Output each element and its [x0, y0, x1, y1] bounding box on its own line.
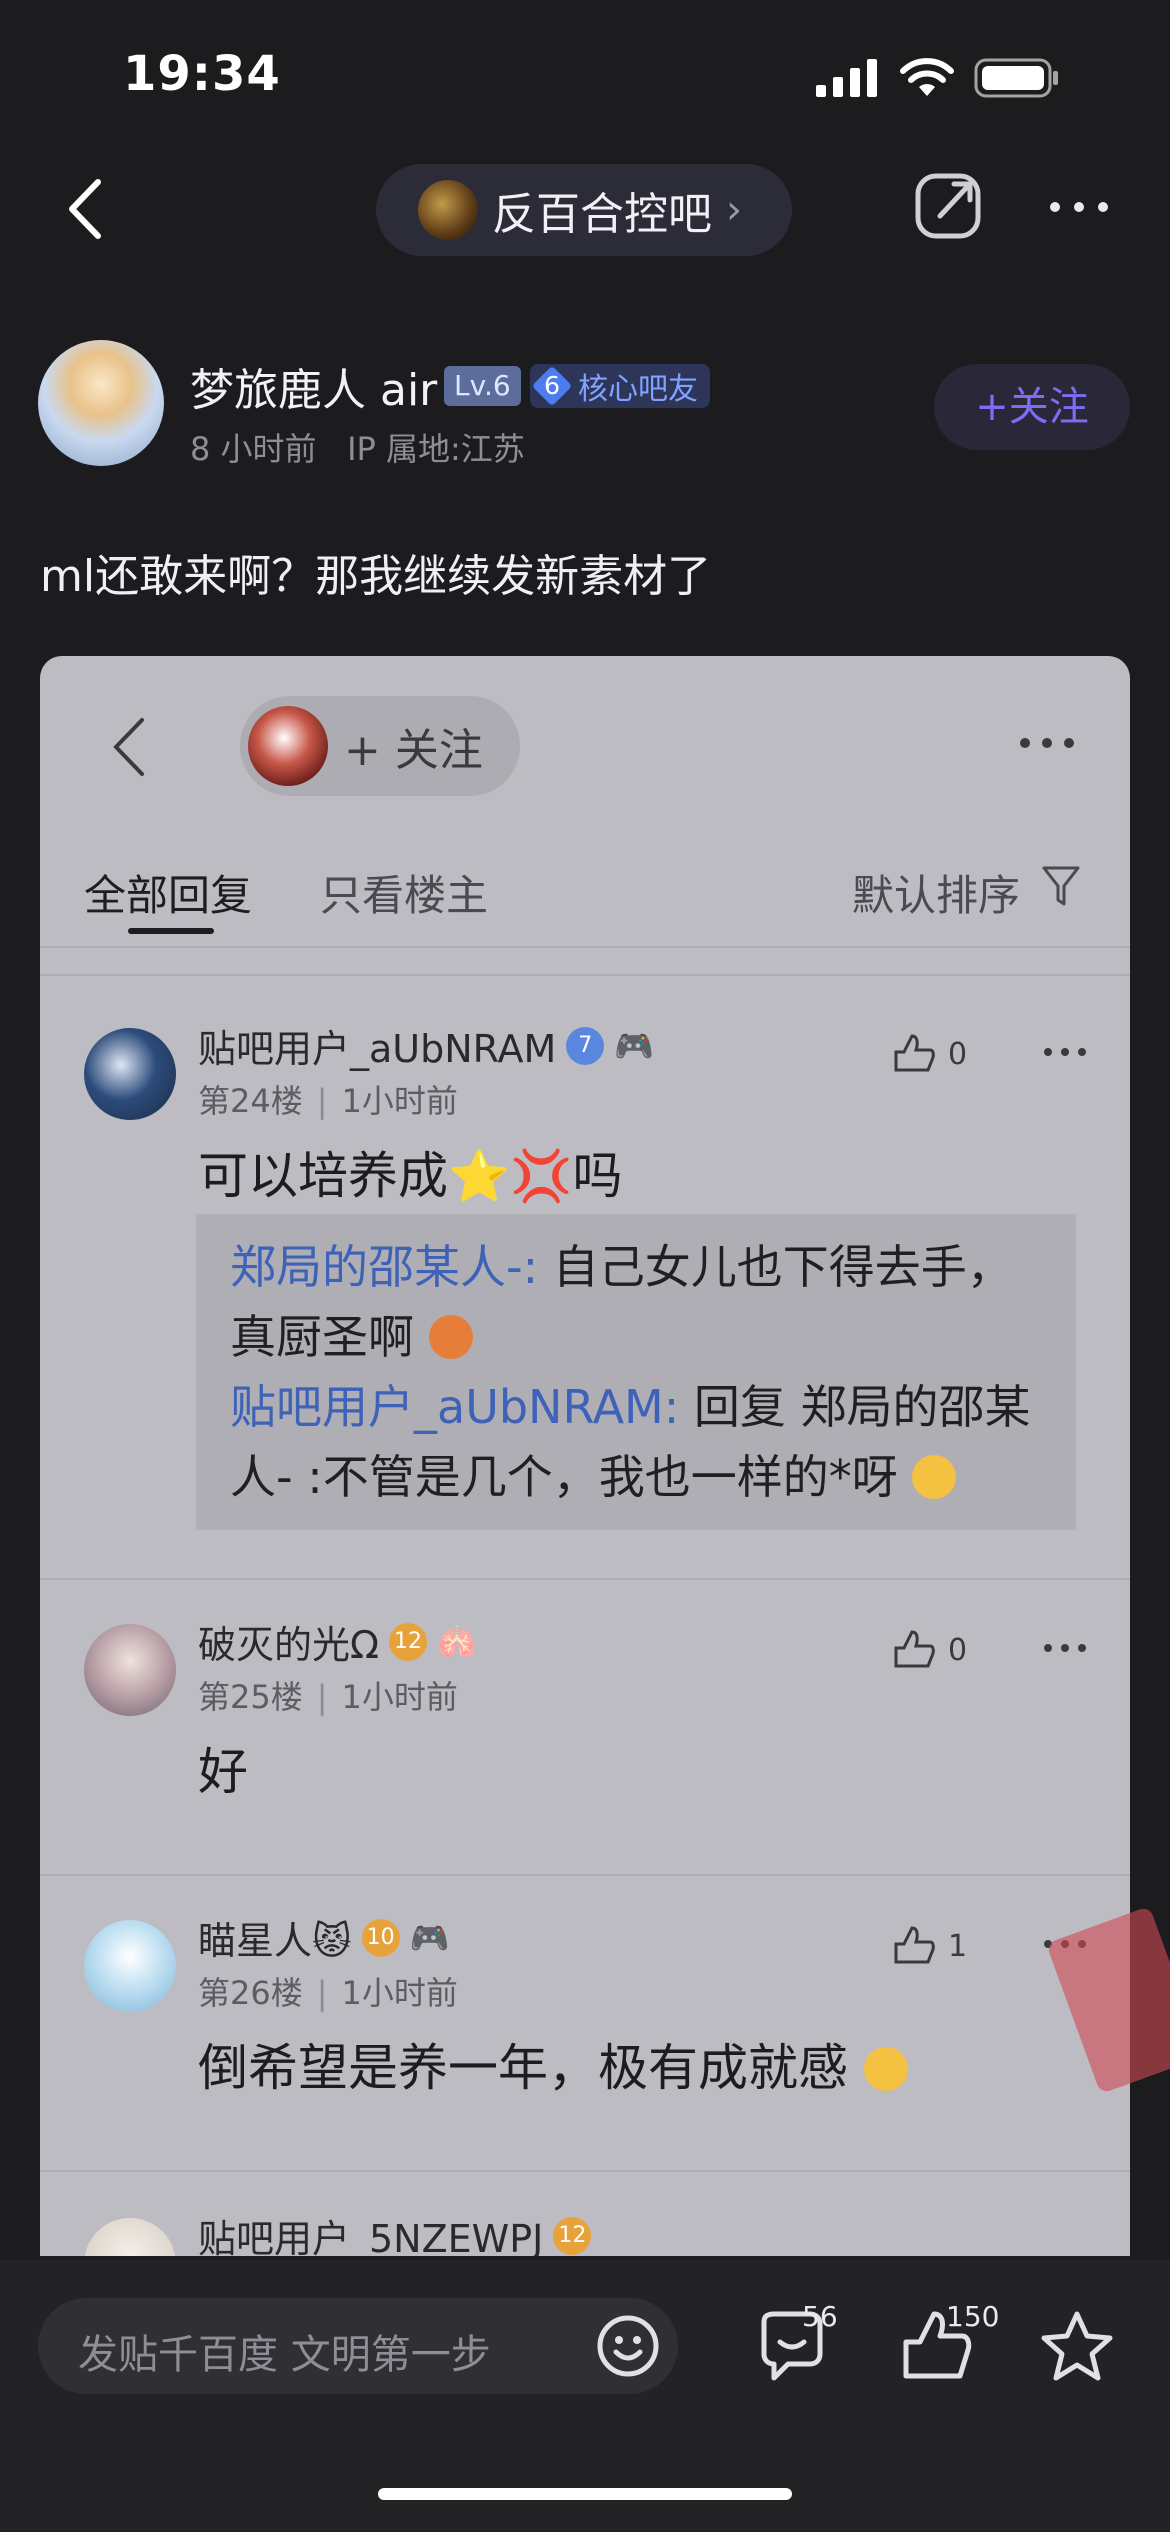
like-icon	[894, 1926, 935, 1964]
post-image[interactable]: + 关注 全部回复 只看楼主 默认排序 贴吧用户_aUbNRAM 7 🎮 第24…	[40, 656, 1130, 2256]
signal-icon	[816, 59, 877, 97]
tab-all-replies: 全部回复	[84, 871, 253, 920]
reply-username: 贴吧用户_aUbNRAM 7 🎮	[198, 1026, 655, 1071]
author-name[interactable]: 梦旅鹿人 air	[190, 354, 437, 418]
reply-username: 贴吧用户_5NZEWPJ 12	[198, 2208, 592, 2256]
divider	[40, 974, 1130, 976]
image-follow-label: + 关注	[344, 725, 483, 776]
like-icon	[894, 1630, 935, 1668]
divider	[40, 1578, 1130, 1580]
level-diamond-icon: 12	[389, 1622, 428, 1661]
reply-item: 贴吧用户_aUbNRAM 7 🎮 第24楼 | 1小时前 可以培养成⭐💢吗 0 郑局…	[40, 1018, 1130, 1578]
follow-button[interactable]: +关注	[934, 364, 1130, 450]
forum-name: 反百合控吧	[492, 189, 712, 240]
more-options-icon	[1044, 1644, 1086, 1652]
reply-input[interactable]: 发贴千百度 文明第一步	[38, 2298, 678, 2394]
status-icons	[816, 58, 1060, 98]
level-diamond-icon: 10	[361, 1918, 400, 1957]
reply-text: 可以培养成⭐💢吗	[198, 1147, 623, 1205]
post-author: 梦旅鹿人 air Lv.6 6 核心吧友 8 小时前 IP 属地:江苏 +关注	[0, 340, 1170, 480]
forum-avatar	[418, 180, 478, 240]
quote-line: 郑局的邵某人-: 自己女儿也下得去手，真厨圣啊	[230, 1240, 1013, 1364]
status-bar: 19:34	[0, 0, 1170, 150]
reply-like: 1	[890, 1924, 967, 1968]
ip-location: IP 属地:江苏	[347, 430, 525, 468]
reply-like: 0	[890, 1032, 967, 1076]
post-text: ml还敢来啊？那我继续发新素材了	[40, 551, 712, 602]
reply-avatar	[84, 2218, 176, 2256]
back-arrow-icon	[113, 718, 144, 776]
reply-avatar	[84, 1028, 176, 1120]
more-options-icon[interactable]	[1050, 202, 1108, 212]
image-avatar	[248, 706, 328, 786]
more-options-icon	[1020, 738, 1074, 748]
smile-emoji-icon	[863, 2047, 908, 2091]
game-badge-icon: 🎮	[614, 1026, 655, 1065]
nav-bar: 反百合控吧 ›	[0, 150, 1170, 270]
reply-item: 破灭的光Ω 12 🫁 第25楼 | 1小时前 好 0	[40, 1614, 1130, 1874]
share-icon[interactable]	[912, 170, 984, 242]
reply-text: 倒希望是养一年，极有成就感	[198, 2028, 908, 2100]
reply-avatar	[84, 1624, 176, 1716]
reply-input-placeholder: 发贴千百度 文明第一步	[78, 2332, 491, 2378]
reply-username: 瞄星人😾 10 🎮	[198, 1918, 450, 1963]
forum-link[interactable]: 反百合控吧 ›	[376, 164, 792, 256]
status-time: 19:34	[123, 46, 281, 102]
image-follow-pill: + 关注	[240, 696, 520, 796]
diamond-icon: 6	[531, 365, 573, 407]
lungs-badge-icon: 🫁	[437, 1622, 477, 1661]
divider	[40, 2170, 1130, 2172]
reply-avatar	[84, 1920, 176, 2012]
tab-op-only: 只看楼主	[320, 871, 489, 920]
level-badge: Lv.6	[444, 366, 521, 406]
post-meta: 8 小时前 IP 属地:江苏	[190, 424, 525, 470]
reply-tabs: 全部回复 只看楼主 默认排序	[40, 836, 1130, 948]
wifi-icon	[900, 58, 954, 96]
reply-meta: 第24楼 | 1小时前	[198, 1082, 458, 1120]
reply-meta: 第26楼 | 1小时前	[198, 1974, 458, 2012]
chevron-right-icon: ›	[726, 187, 742, 233]
quote-line: 贴吧用户_aUbNRAM: 回复 郑局的邵某人- :不管是几个，我也一样的*呀	[230, 1380, 1031, 1504]
reply-text: 好	[198, 1743, 248, 1801]
home-indicator	[378, 2488, 792, 2500]
reply-item: 瞄星人😾 10 🎮 第26楼 | 1小时前 倒希望是养一年，极有成就感 1	[40, 1910, 1130, 2190]
core-member-label: 核心吧友	[578, 372, 698, 407]
comment-count: 56	[802, 2300, 838, 2333]
level-diamond-icon: 7	[566, 1026, 605, 1065]
like-count: 150	[946, 2300, 1000, 2333]
reply-username: 破灭的光Ω 12 🫁	[198, 1622, 477, 1667]
star-icon[interactable]	[1032, 2302, 1122, 2392]
divider	[40, 1874, 1130, 1876]
yummy-emoji-icon	[912, 1455, 957, 1499]
level-diamond-icon: 12	[553, 2216, 592, 2255]
author-avatar[interactable]	[38, 340, 164, 466]
quoted-replies: 郑局的邵某人-: 自己女儿也下得去手，真厨圣啊 贴吧用户_aUbNRAM: 回复…	[196, 1214, 1076, 1530]
tab-indicator	[128, 928, 214, 934]
post-time: 8 小时前	[190, 430, 317, 468]
emoji-icon[interactable]	[594, 2312, 662, 2380]
back-arrow-icon[interactable]	[58, 174, 118, 244]
reply-item: 贴吧用户_5NZEWPJ 12	[40, 2208, 1130, 2256]
angry-emoji-icon	[428, 1315, 473, 1359]
battery-icon	[974, 58, 1058, 98]
sort-label: 默认排序	[851, 871, 1020, 920]
game-badge-icon: 🎮	[409, 1918, 450, 1957]
like-icon	[894, 1034, 935, 1072]
reply-like: 0	[890, 1628, 967, 1672]
core-member-badge: 6 核心吧友	[530, 364, 710, 408]
reply-meta: 第25楼 | 1小时前	[198, 1678, 458, 1716]
more-options-icon	[1044, 1048, 1086, 1056]
filter-icon	[1042, 866, 1080, 906]
